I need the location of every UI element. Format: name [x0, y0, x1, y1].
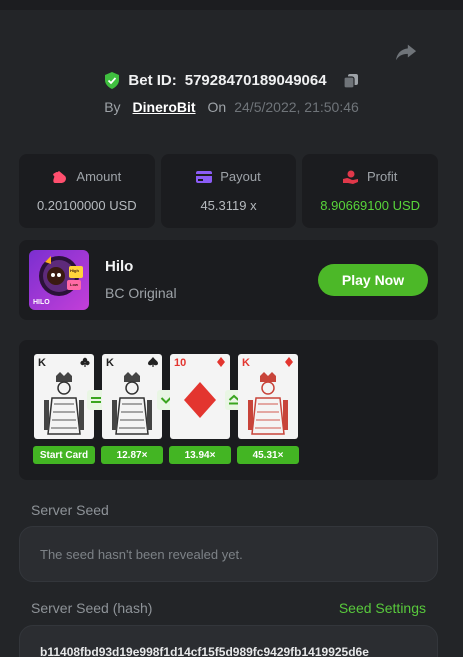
play-now-button[interactable]: Play Now: [318, 264, 428, 296]
verified-shield-icon: [105, 72, 120, 89]
diamonds-icon: [217, 357, 225, 367]
card-icon: [196, 170, 213, 183]
card-rank: K: [242, 357, 250, 369]
thumb-tag-low: Low: [70, 282, 78, 287]
card-multiplier: 45.31×: [237, 446, 299, 464]
stat-profit-value: 8.90669100 USD: [320, 198, 421, 213]
seed-settings-link[interactable]: Seed Settings: [339, 600, 426, 616]
share-icon[interactable]: [395, 42, 417, 62]
bet-datetime: 24/5/2022, 21:50:46: [234, 99, 359, 115]
stat-payout-label: Payout: [220, 169, 261, 184]
card-rank: K: [106, 357, 114, 369]
stat-amount: Amount 0.20100000 USD: [19, 154, 155, 228]
card-king-spades: K: [102, 354, 162, 439]
stat-amount-value: 0.20100000 USD: [36, 198, 137, 213]
on-label: On: [207, 99, 227, 115]
bet-id-row: Bet ID: 57928470189049064: [0, 72, 463, 89]
clubs-icon: [80, 357, 90, 367]
spades-icon: [148, 357, 158, 367]
stat-profit-label: Profit: [367, 169, 398, 184]
game-subtitle: BC Original: [105, 285, 177, 301]
server-seed-hash-value: b11408fbd93d19e998f1d14cf15f5d989fc9429f…: [40, 645, 369, 657]
server-seed-field[interactable]: The seed hasn't been revealed yet.: [19, 526, 438, 582]
bet-meta-row: By DineroBit On 24/5/2022, 21:50:46: [0, 99, 463, 115]
username-link[interactable]: DineroBit: [133, 99, 196, 115]
card-king-clubs: K: [34, 354, 94, 439]
money-bag-icon: [53, 170, 67, 183]
bet-id-value: 57928470189049064: [184, 72, 327, 89]
game-panel: High Low HILO Hilo BC Original Play Now: [19, 240, 438, 320]
king-art: [44, 372, 84, 435]
king-art: [112, 372, 152, 435]
server-seed-label: Server Seed: [31, 502, 109, 518]
game-thumbnail[interactable]: High Low HILO: [29, 250, 89, 310]
card-multiplier: 13.94×: [169, 446, 231, 464]
stat-payout-value: 45.3119 x: [200, 198, 257, 213]
hand-coin-icon: [343, 170, 358, 184]
stats-row: Amount 0.20100000 USD Payout 45.3119 x P…: [19, 154, 439, 228]
server-seed-hash-label: Server Seed (hash): [31, 600, 153, 616]
stat-payout: Payout 45.3119 x: [160, 154, 297, 228]
card-ten-diamonds: 10: [170, 354, 230, 439]
game-title: Hilo: [105, 258, 134, 275]
server-seed-value: The seed hasn't been revealed yet.: [40, 546, 243, 562]
stat-profit: Profit 8.90669100 USD: [302, 154, 439, 228]
top-separator: [0, 0, 463, 10]
king-art: [248, 372, 288, 435]
card-multiplier: Start Card: [33, 446, 95, 464]
thumb-tag-high: High: [70, 268, 79, 273]
copy-icon[interactable]: [342, 73, 359, 89]
card-rank: K: [38, 357, 46, 369]
thumb-label: HILO: [33, 299, 50, 306]
card-multiplier: 12.87×: [101, 446, 163, 464]
by-label: By: [104, 99, 121, 115]
cards-panel: K K 10 K Start Card 12.87× 13.94× 45.31×: [19, 340, 438, 480]
diamond-art: [184, 382, 216, 418]
bet-id-label: Bet ID:: [128, 72, 177, 89]
card-rank: 10: [174, 357, 187, 369]
server-seed-hash-field[interactable]: b11408fbd93d19e998f1d14cf15f5d989fc9429f…: [19, 625, 438, 657]
diamonds-icon: [285, 357, 293, 367]
card-king-diamonds: K: [238, 354, 298, 439]
stat-amount-label: Amount: [76, 169, 122, 184]
